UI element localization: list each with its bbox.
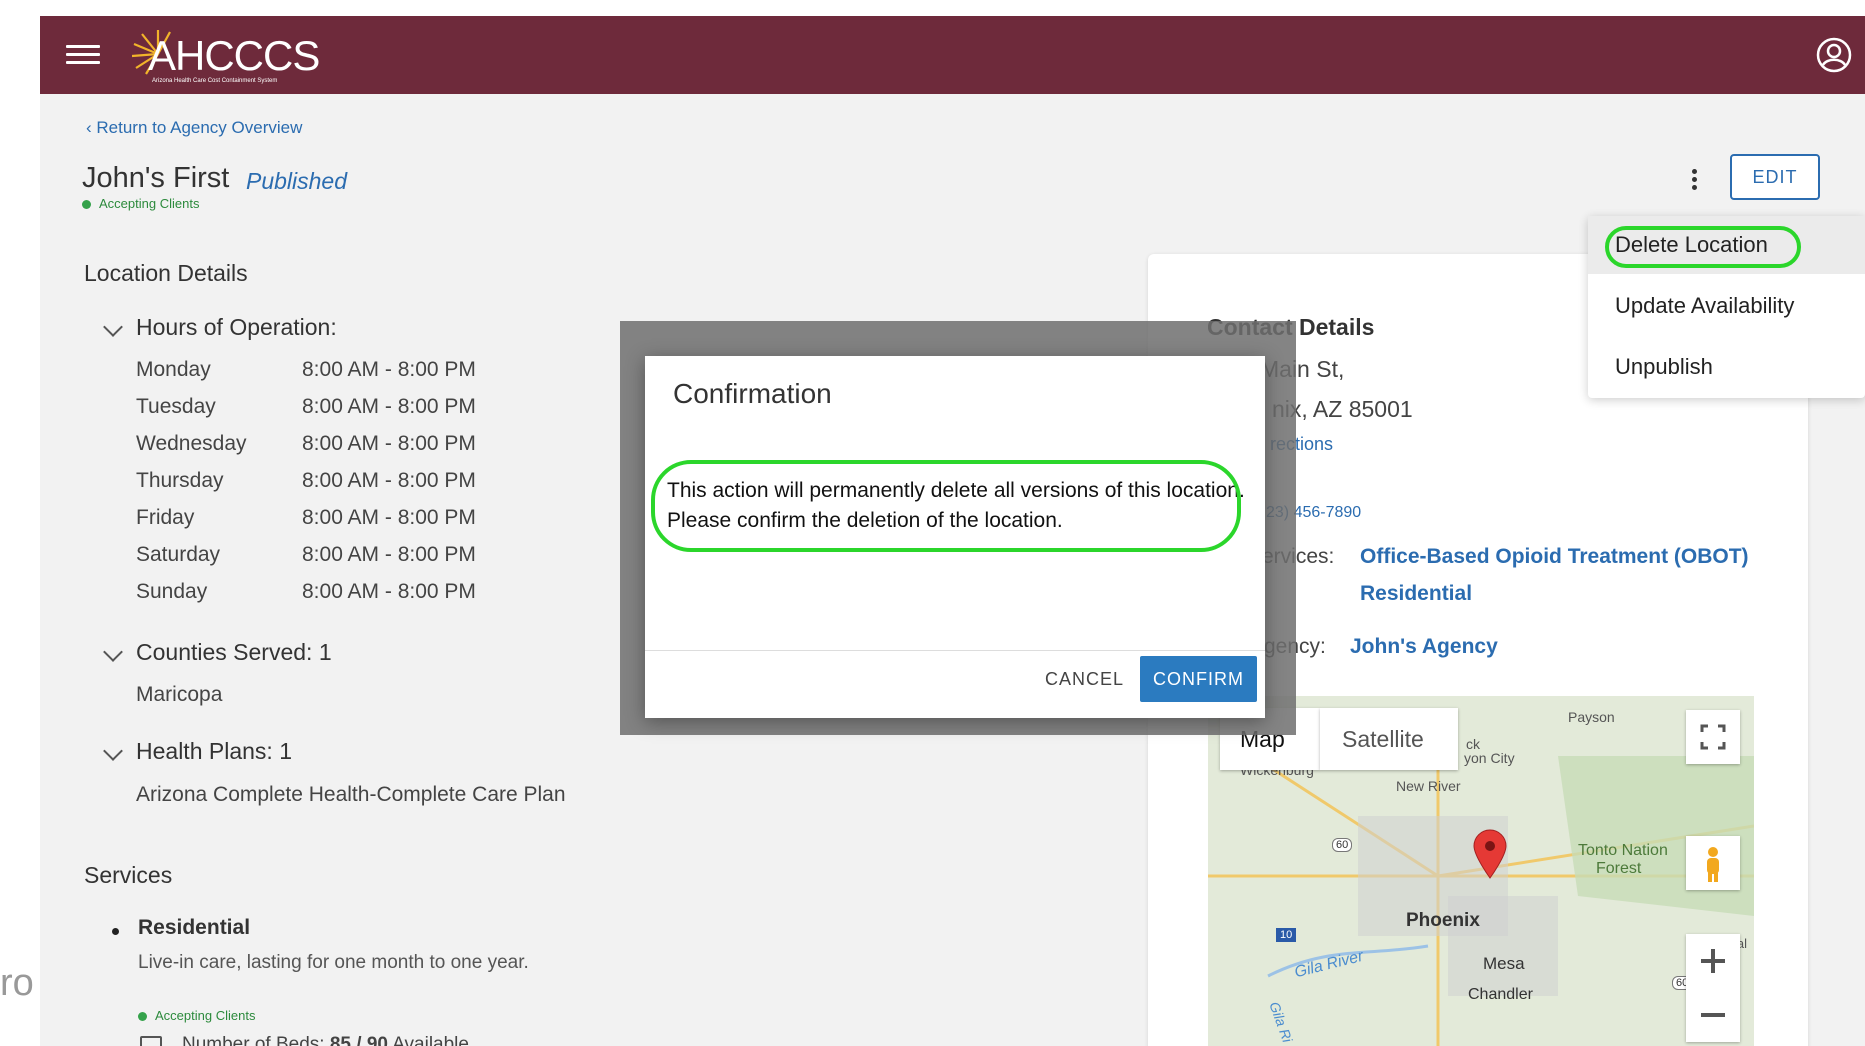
menu-item-update-availability[interactable]: Update Availability (1588, 277, 1865, 335)
hours-day: Sunday (136, 580, 208, 603)
menu-label: Delete Location (1615, 232, 1768, 257)
logo-subtitle: Arizona Health Care Cost Containment Sys… (152, 78, 278, 84)
breadcrumb-label: Return to Agency Overview (96, 118, 303, 137)
map-place-label: Chandler (1468, 986, 1533, 1003)
bed-icon (140, 1036, 162, 1046)
map-place-label: Tonto Nation (1578, 842, 1668, 859)
hours-day: Thursday (136, 469, 224, 492)
plans-count: 1 (279, 738, 292, 764)
interstate-shield-icon: 10 (1276, 928, 1297, 942)
map-place-label: Mesa (1483, 954, 1525, 973)
hours-day: Wednesday (136, 432, 247, 455)
menu-label: Update Availability (1615, 293, 1795, 318)
counties-heading: Counties Served: 1 (136, 639, 332, 666)
hours-day: Monday (136, 358, 211, 381)
chevron-down-icon[interactable] (103, 317, 123, 337)
confirmation-dialog: Confirmation This action will permanentl… (645, 356, 1265, 718)
route-shield-icon: 60 (1332, 838, 1353, 852)
menu-item-delete-location[interactable]: Delete Location (1588, 216, 1865, 274)
beds-suffix: Available (392, 1034, 469, 1046)
agency-link[interactable]: John's Agency (1350, 635, 1498, 659)
edit-button[interactable]: EDIT (1730, 154, 1820, 200)
hours-time: 8:00 AM - 8:00 PM (302, 432, 476, 455)
hours-time: 8:00 AM - 8:00 PM (302, 358, 476, 381)
cancel-button[interactable]: CANCEL (1045, 669, 1124, 690)
zoom-in-icon[interactable] (1686, 934, 1740, 988)
map-type-satellite-tab[interactable]: Satellite (1320, 708, 1458, 770)
dialog-message: This action will permanently delete all … (667, 479, 1245, 532)
dialog-title: Confirmation (673, 378, 832, 409)
satellite-tab-label: Satellite (1342, 726, 1424, 752)
hours-time: 8:00 AM - 8:00 PM (302, 543, 476, 566)
beds-value: 85 / 90 (329, 1034, 388, 1046)
menu-item-unpublish[interactable]: Unpublish (1588, 338, 1865, 396)
dialog-divider (645, 650, 1265, 651)
counties-label: Counties Served: (136, 639, 313, 665)
logo-text: AHCCCS (148, 32, 320, 79)
map-place-label: Forest (1596, 860, 1642, 877)
status-dot-icon (82, 200, 91, 210)
service-link-obot[interactable]: Office-Based Opioid Treatment (OBOT) (1360, 545, 1749, 569)
more-options-menu: Delete Location Update Availability Unpu… (1588, 216, 1865, 398)
county-item: Maricopa (136, 683, 223, 706)
accepting-label: Accepting Clients (99, 196, 200, 211)
confirm-button[interactable]: CONFIRM (1140, 656, 1257, 702)
health-plan-item: Arizona Complete Health-Complete Care Pl… (136, 783, 566, 806)
hours-day: Tuesday (136, 395, 216, 418)
service-link-residential[interactable]: Residential (1360, 582, 1472, 606)
breadcrumb-back-link[interactable]: ‹ Return to Agency Overview (86, 118, 302, 138)
hours-day: Saturday (136, 543, 221, 566)
services-heading: Services (84, 862, 173, 888)
hours-time: 8:00 AM - 8:00 PM (302, 580, 476, 603)
map-place-label: yon City (1464, 750, 1515, 766)
hours-time: 8:00 AM - 8:00 PM (302, 469, 476, 492)
service-accepting-status: Accepting Clients (138, 1008, 255, 1023)
menu-label: Unpublish (1615, 354, 1713, 379)
accepting-clients-status: Accepting Clients (82, 196, 199, 211)
map-place-label: Payson (1568, 709, 1615, 725)
counties-count: 1 (318, 639, 332, 665)
service-name: Residential (138, 916, 251, 939)
health-plans-heading: Health Plans: 1 (136, 738, 292, 765)
app-window: AHCCCS Arizona Health Care Cost Containm… (40, 16, 1865, 1046)
location-title: John's First (82, 162, 230, 194)
plans-label: Health Plans: (136, 738, 273, 764)
bullet-icon (112, 928, 119, 935)
zoom-out-icon[interactable] (1686, 988, 1740, 1042)
location-map[interactable]: Payson ck yon City Wickenburg New River … (1208, 696, 1754, 1046)
street-view-pegman-icon[interactable] (1686, 836, 1740, 890)
fullscreen-icon[interactable] (1686, 710, 1740, 764)
beds-label: Number of Beds: (182, 1034, 325, 1046)
top-bar: AHCCCS Arizona Health Care Cost Containm… (40, 16, 1865, 94)
account-circle-icon[interactable] (1815, 36, 1853, 74)
hours-heading: Hours of Operation: (136, 314, 337, 340)
map-place-label: Phoenix (1406, 910, 1480, 931)
map-pin-icon[interactable] (1472, 828, 1508, 880)
beds-info: Number of Beds: 85 / 90 Available (140, 1034, 469, 1046)
chevron-down-icon[interactable] (103, 642, 123, 662)
service-accepting-label: Accepting Clients (155, 1008, 256, 1023)
status-dot-icon (138, 1012, 147, 1022)
ahcccs-logo[interactable]: AHCCCS Arizona Health Care Cost Containm… (132, 28, 322, 84)
hours-time: 8:00 AM - 8:00 PM (302, 506, 476, 529)
chevron-down-icon[interactable] (103, 741, 123, 761)
location-details-heading: Location Details (84, 260, 248, 286)
hamburger-icon[interactable] (66, 40, 100, 70)
map-place-label: New River (1396, 778, 1461, 794)
status-badge: Published (246, 168, 348, 194)
more-options-icon[interactable] (1687, 166, 1701, 200)
hours-time: 8:00 AM - 8:00 PM (302, 395, 476, 418)
offscreen-fragment: ro (0, 962, 34, 1004)
zoom-controls (1686, 934, 1740, 1042)
hours-day: Friday (136, 506, 195, 529)
service-description: Live-in care, lasting for one month to o… (138, 952, 529, 973)
